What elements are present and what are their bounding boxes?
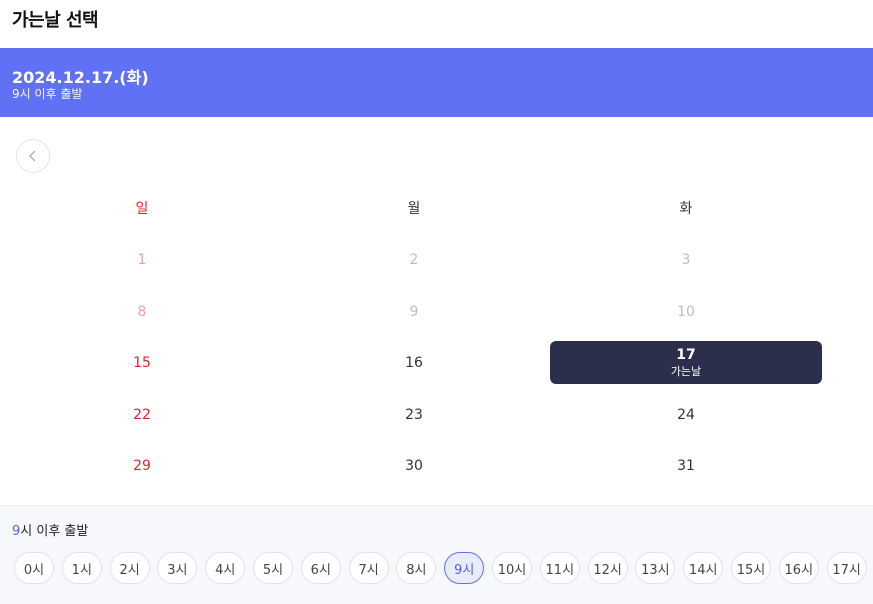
time-picker: 9시 이후 출발 0시 1시 2시 3시 4시 5시 6시 7시 8시 9시 10시 11시 12시 13…: [0, 505, 873, 604]
calendar-day: 8: [6, 290, 278, 334]
hour-option[interactable]: 3시: [157, 552, 198, 584]
calendar-day-number: 17: [676, 346, 696, 363]
selected-date-banner: 2024.12.17.(화) 9시 이후 출발: [0, 48, 873, 117]
page-title: 가는날 선택: [12, 10, 99, 31]
weekday-header: 일 월 화: [0, 186, 829, 230]
calendar-day[interactable]: 31: [550, 444, 822, 488]
calendar-day: 1: [6, 238, 278, 282]
calendar-day-number: 15: [133, 355, 151, 371]
calendar-day-number: 31: [677, 458, 695, 474]
hour-options: 0시 1시 2시 3시 4시 5시 6시 7시 8시 9시 10시 11시 12시 13시 14시 15시 16…: [14, 552, 873, 586]
calendar-day: 10: [550, 290, 822, 334]
calendar-day[interactable]: 23: [278, 393, 550, 437]
calendar-day-number: 16: [405, 355, 423, 371]
hour-option[interactable]: 15시: [731, 552, 771, 584]
hour-option[interactable]: 5시: [253, 552, 293, 584]
departure-day-label: 가는날: [670, 364, 702, 378]
calendar-day-number: 8: [137, 304, 147, 320]
calendar-week-row: 1 2 3: [0, 238, 829, 282]
calendar-day[interactable]: 30: [278, 444, 550, 488]
hour-option[interactable]: 0시: [14, 552, 54, 584]
hour-option[interactable]: 10시: [492, 552, 532, 584]
hour-option[interactable]: 9시: [444, 552, 485, 584]
calendar-day-number: 10: [677, 304, 695, 320]
calendar-week-row: 8 9 10: [0, 290, 829, 334]
calendar-week-row: 15 16 17 가는날: [0, 341, 829, 385]
calendar-day-number: 1: [137, 252, 147, 268]
weekday-sun: 일: [135, 201, 149, 217]
prev-month-button[interactable]: [16, 139, 50, 173]
hour-option[interactable]: 1시: [61, 552, 102, 584]
calendar-day-selected[interactable]: 17 가는날: [550, 341, 822, 384]
calendar-day-number: 23: [405, 407, 423, 423]
hour-option[interactable]: 16시: [778, 552, 819, 584]
calendar-day[interactable]: 16: [278, 341, 550, 385]
hour-option[interactable]: 6시: [300, 552, 341, 584]
calendar-day-number: 30: [405, 458, 423, 474]
calendar-week-row: 29 30 31: [0, 444, 829, 488]
hour-option[interactable]: 7시: [348, 552, 389, 584]
calendar-day-number: 9: [409, 304, 419, 320]
weekday-tue: 화: [679, 201, 693, 217]
hour-option[interactable]: 8시: [396, 552, 437, 584]
calendar-day-number: 3: [681, 252, 691, 268]
calendar-day-number: 29: [133, 458, 151, 474]
calendar-day[interactable]: 24: [550, 393, 822, 437]
hour-option[interactable]: 11시: [539, 552, 580, 584]
weekday-mon: 월: [407, 201, 421, 217]
hour-option[interactable]: 4시: [205, 552, 246, 584]
hour-option[interactable]: 17시: [826, 552, 867, 584]
calendar-day: 3: [550, 238, 822, 282]
calendar-week-row: 22 23 24: [0, 393, 829, 437]
hour-option[interactable]: 12시: [587, 552, 628, 584]
chevron-left-icon: [28, 150, 36, 162]
calendar-day: 9: [278, 290, 550, 334]
calendar-day-number: 24: [677, 407, 695, 423]
calendar-day-number: 22: [133, 407, 151, 423]
hour-option[interactable]: 13시: [635, 552, 676, 584]
banner-time: 9시 이후 출발: [12, 87, 83, 101]
calendar-day: 2: [278, 238, 550, 282]
time-picker-label: 9시 이후 출발: [12, 524, 89, 539]
calendar-day-number: 2: [409, 252, 419, 268]
calendar-day[interactable]: 15: [6, 341, 278, 385]
hour-option[interactable]: 2시: [109, 552, 150, 584]
calendar-day[interactable]: 22: [6, 393, 278, 437]
calendar-day[interactable]: 29: [6, 444, 278, 488]
hour-option[interactable]: 14시: [683, 552, 724, 584]
